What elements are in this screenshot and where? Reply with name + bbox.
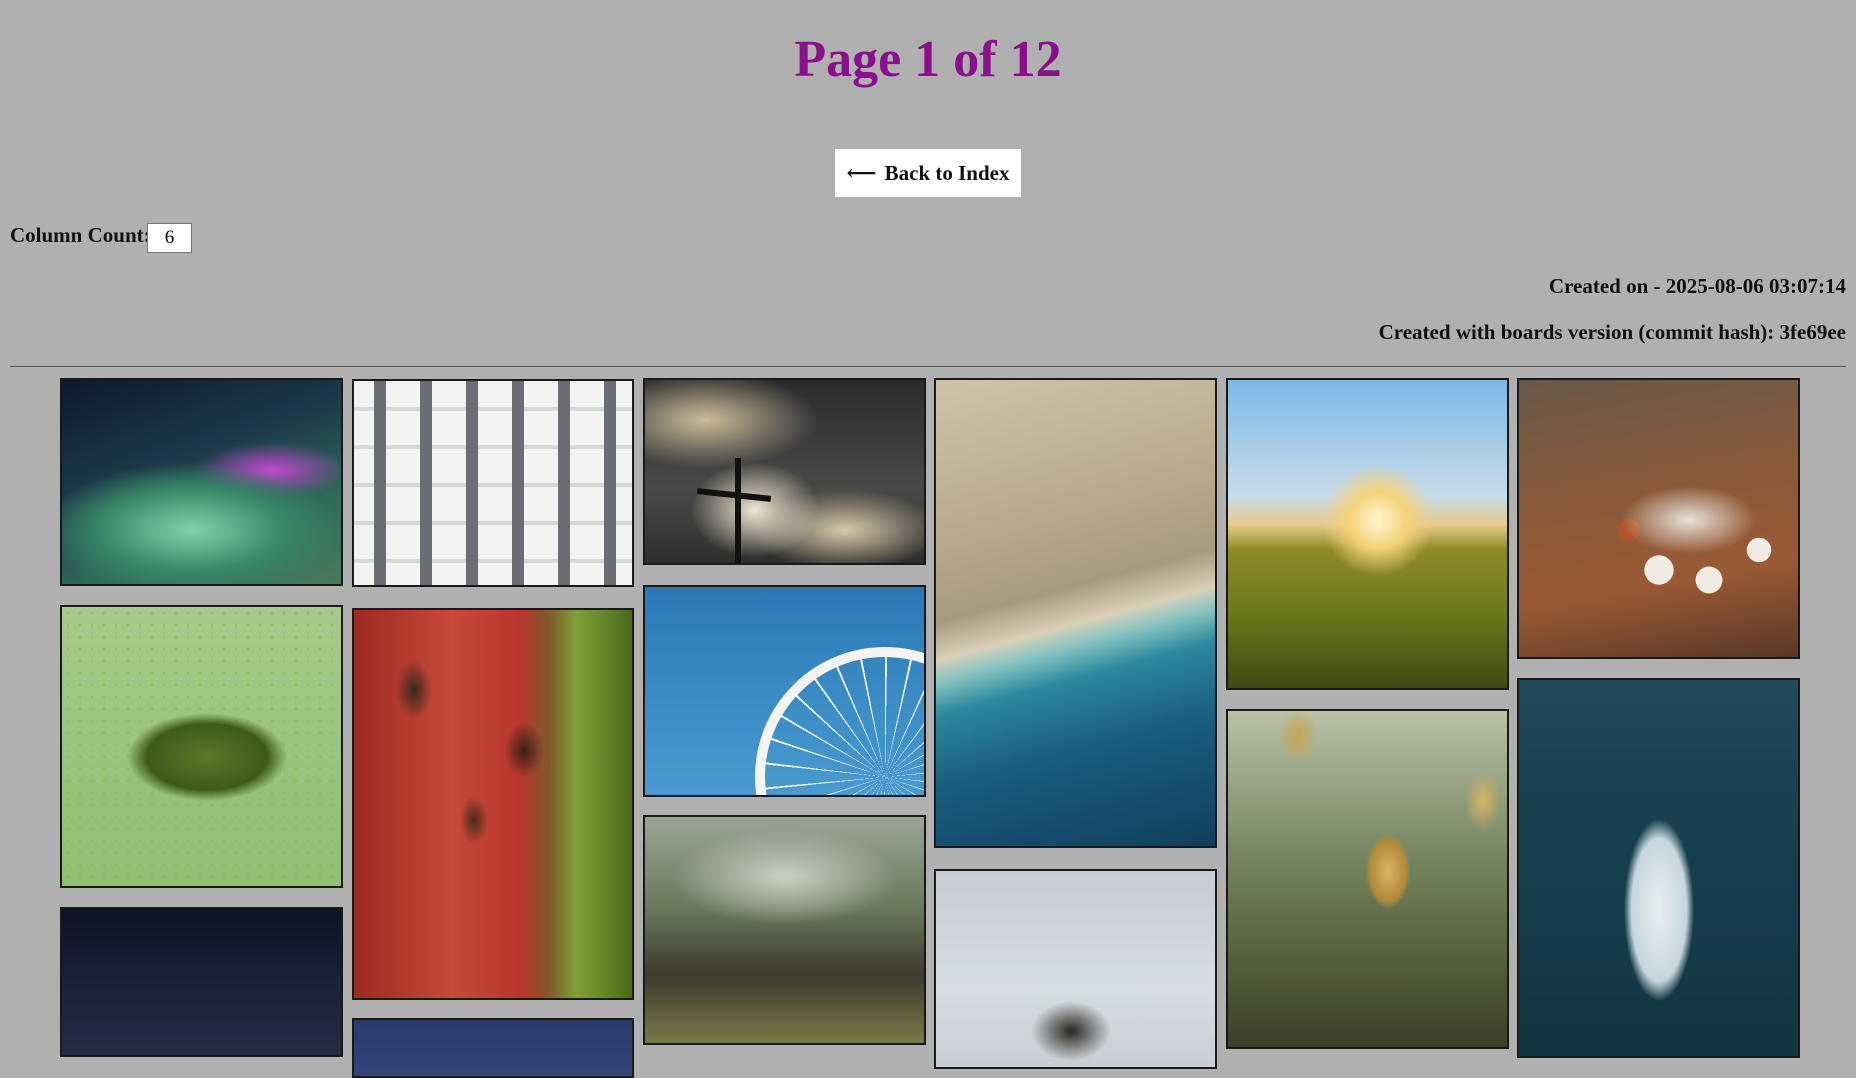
gallery-image-enamel-mugs[interactable] bbox=[1517, 378, 1800, 659]
created-on-text: Created on - 2025-08-06 03:07:14 bbox=[1548, 274, 1846, 298]
left-arrow-icon: ⟵ bbox=[846, 161, 877, 185]
gallery-image-hazy-sky[interactable] bbox=[934, 869, 1217, 1069]
gallery-image-autumn-leaves[interactable] bbox=[1226, 709, 1509, 1049]
gallery-image-frog-duckweed[interactable] bbox=[60, 605, 343, 888]
header-divider bbox=[10, 366, 1846, 367]
gallery-image-ferris-wheel[interactable] bbox=[643, 585, 926, 797]
back-to-index-button[interactable]: ⟵ Back to Index bbox=[835, 149, 1021, 197]
page-title: Page 1 of 12 bbox=[794, 31, 1062, 88]
gallery-image-blue-sky[interactable] bbox=[352, 1018, 634, 1078]
back-to-index-label: Back to Index bbox=[884, 160, 1010, 185]
gallery-image-couple-boat[interactable] bbox=[1517, 678, 1800, 1058]
gallery-image-night-sky[interactable] bbox=[60, 907, 343, 1057]
gallery-image-sunrise-meadow[interactable] bbox=[1226, 378, 1509, 690]
gallery-image-apartment-building[interactable] bbox=[352, 379, 634, 587]
gallery-image-earth-aurora[interactable] bbox=[60, 378, 343, 586]
created-with-text: Created with boards version (commit hash… bbox=[1378, 320, 1846, 344]
column-count-input[interactable] bbox=[147, 223, 192, 253]
cross-shape-bar bbox=[696, 488, 772, 502]
column-count-label: Column Count: bbox=[10, 223, 151, 247]
cross-shape bbox=[735, 458, 741, 563]
gallery-image-forest-path[interactable] bbox=[643, 815, 926, 1045]
gallery-image-aerial-coastline[interactable] bbox=[934, 378, 1217, 848]
ferris-wheel-shape bbox=[755, 647, 924, 795]
gallery-image-rusty-barrel[interactable] bbox=[352, 608, 634, 1000]
gallery-image-cross-clouds[interactable] bbox=[643, 378, 926, 565]
